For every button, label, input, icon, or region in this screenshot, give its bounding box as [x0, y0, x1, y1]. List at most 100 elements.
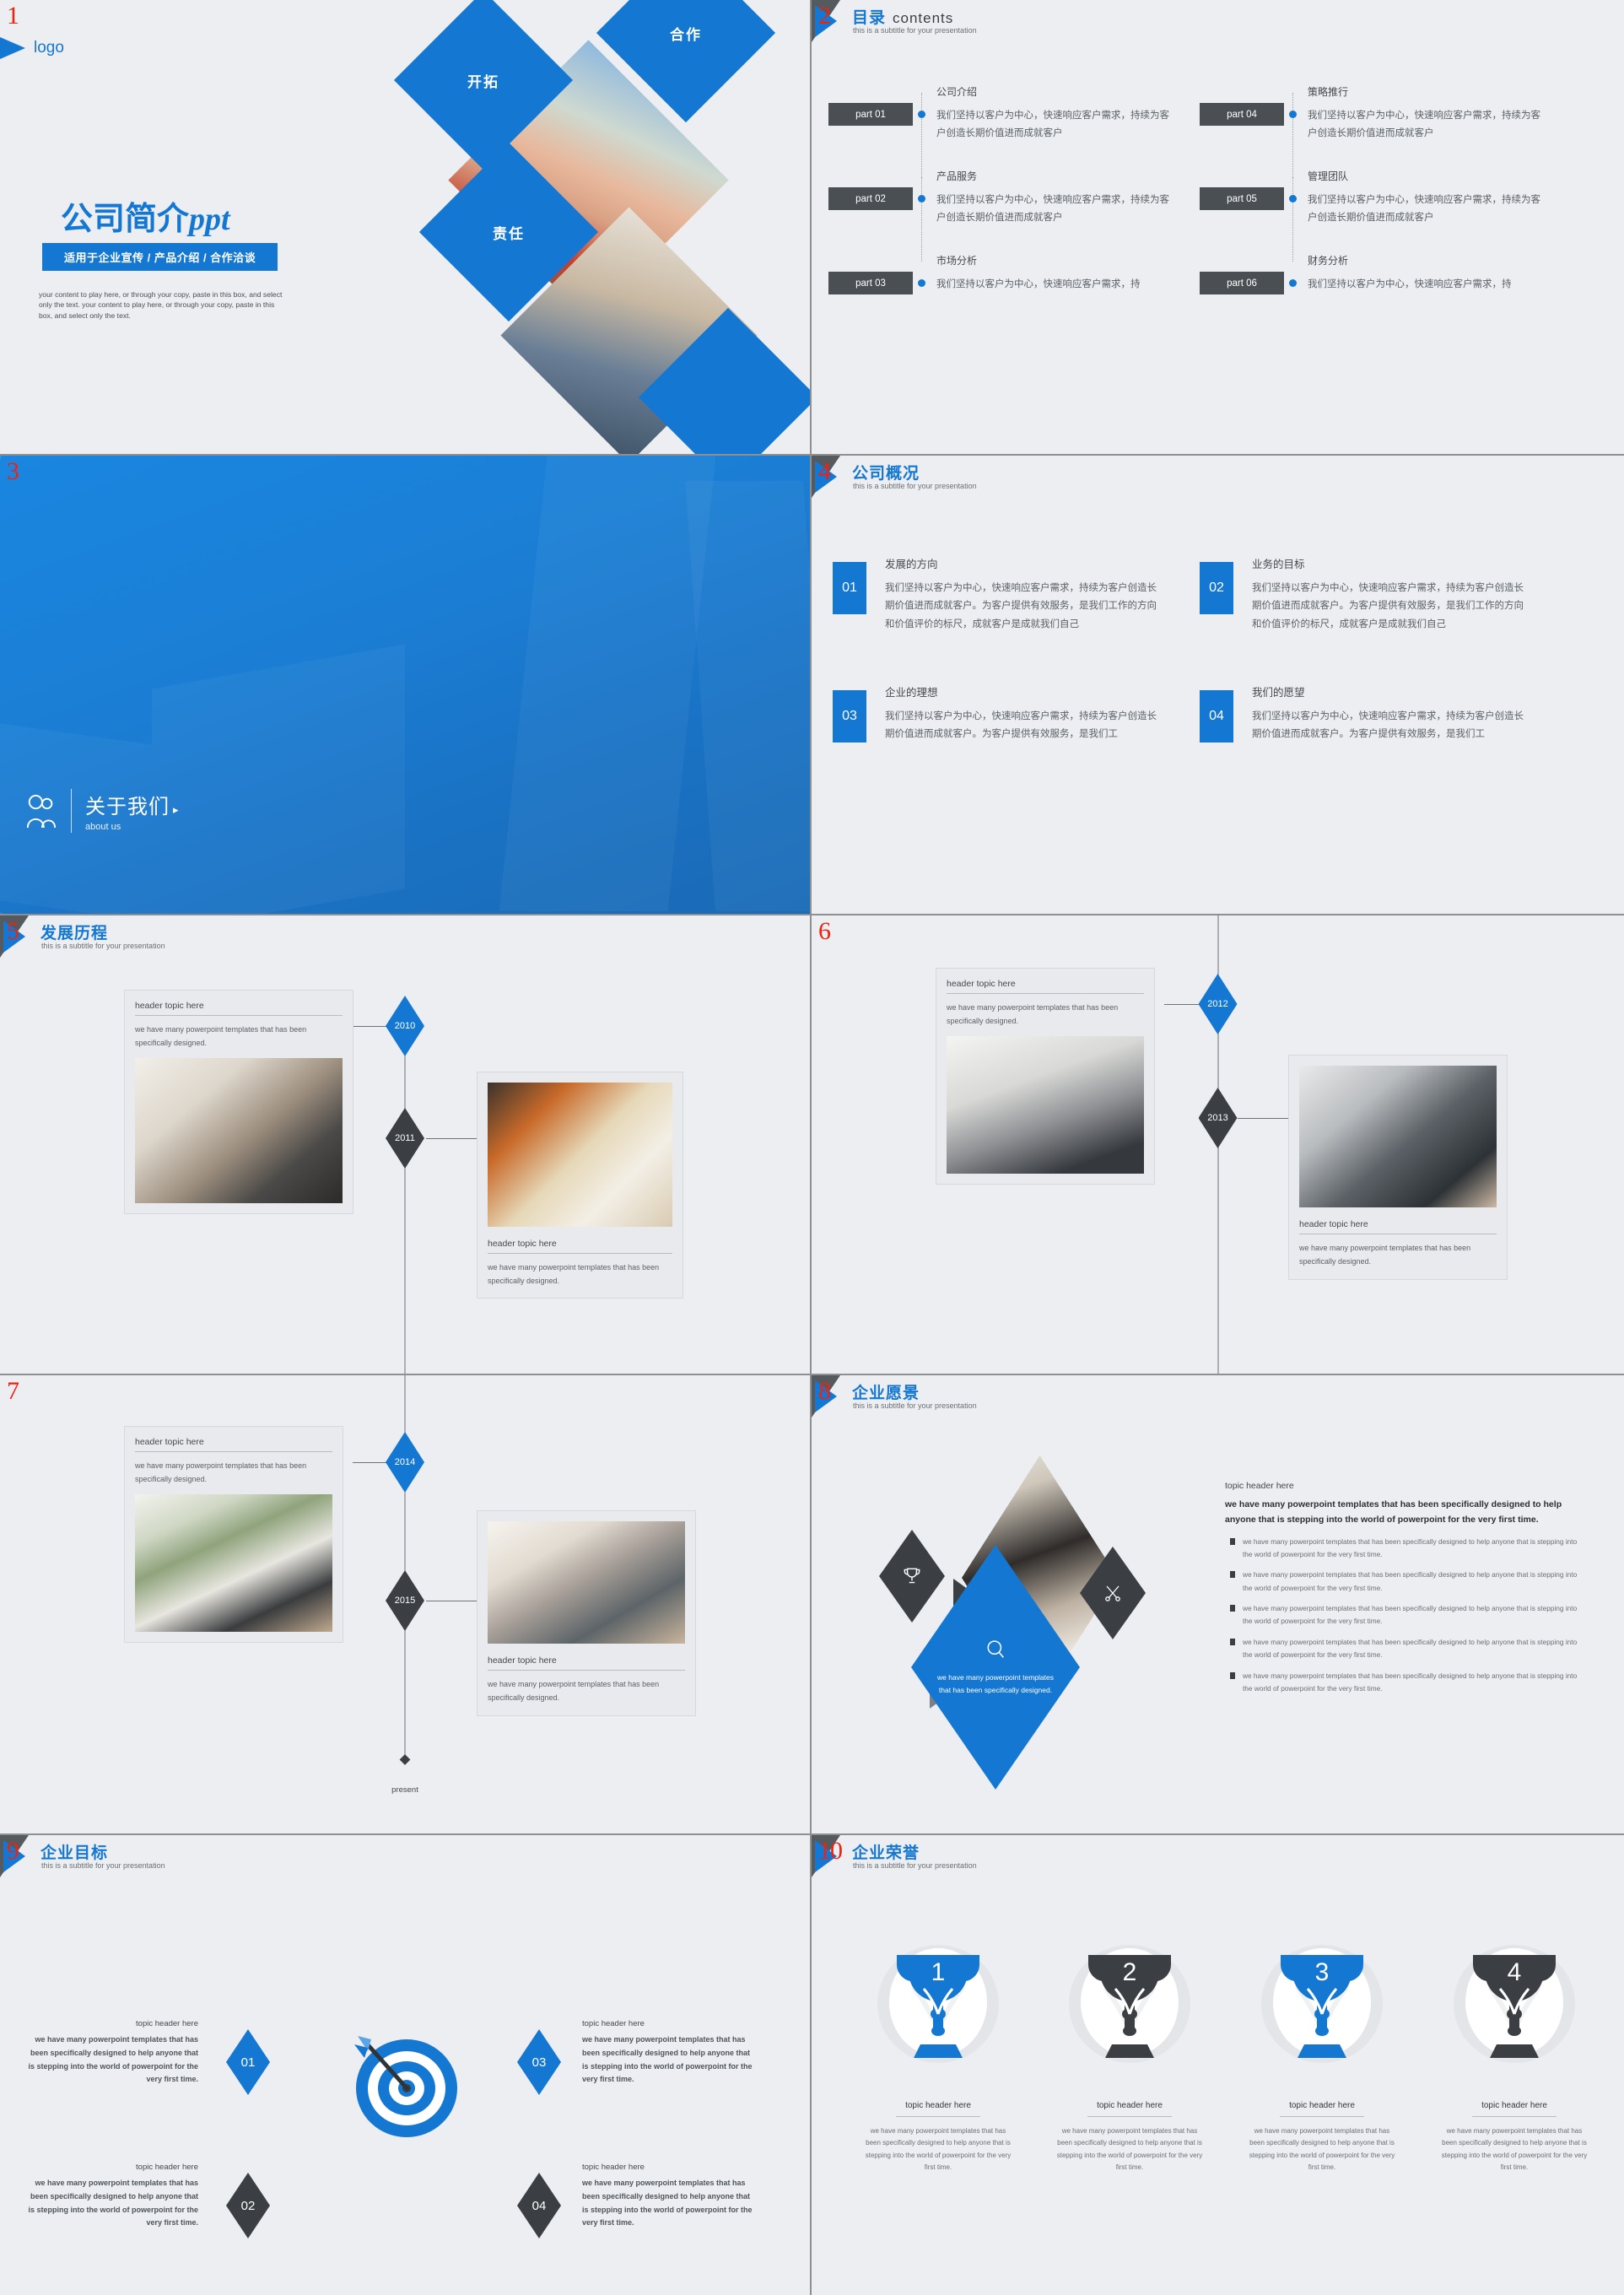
slide-header: 企业荣誉 this is a subtitle for your present…	[812, 1835, 1624, 1886]
overview-heading: 业务的目标	[1252, 559, 1305, 570]
goal-item-04-text: topic header here we have many powerpoin…	[582, 2163, 755, 2230]
timeline-marker-2010[interactable]: 2010	[386, 996, 424, 1056]
timeline-marker-2013[interactable]: 2013	[1198, 1088, 1238, 1148]
honor-item[interactable]: 2 topic header here we have many powerpo…	[1041, 1936, 1218, 2174]
toc-tag: part 01	[828, 103, 913, 126]
slide-number: 3	[7, 457, 19, 485]
toc-heading: 财务分析	[1308, 255, 1349, 267]
overview-item[interactable]: 04 我们的愿望 我们坚持以客户为中心，快速响应客户需求，持续为客户创造长期价值…	[1200, 683, 1554, 812]
toc-column-left: part 01 公司介绍 我们坚持以客户为中心，快速响应客户需求，持续为客户创造…	[828, 84, 1183, 338]
overview-item[interactable]: 03 企业的理想 我们坚持以客户为中心，快速响应客户需求，持续为客户创造长期价值…	[833, 683, 1187, 812]
slide-number: 6	[818, 917, 831, 945]
slide-4-company-overview[interactable]: 4 公司概况 this is a subtitle for your prese…	[812, 456, 1624, 915]
goal-diamond-04[interactable]: 04	[517, 2173, 561, 2238]
slide-header: 目录 contents this is a subtitle for your p…	[812, 0, 1624, 51]
slide-8-vision[interactable]: 8 企业愿景 this is a subtitle for your prese…	[812, 1375, 1624, 1835]
slide-2-contents[interactable]: 2 目录 contents this is a subtitle for your…	[812, 0, 1624, 456]
honor-item[interactable]: 3 topic header here we have many powerpo…	[1233, 1936, 1411, 2174]
honor-body: we have many powerpoint templates that h…	[865, 2127, 1012, 2172]
square-bullet-icon	[1230, 1671, 1235, 1679]
svg-text:4: 4	[1507, 1958, 1521, 1986]
logo-label: logo	[34, 39, 64, 57]
timeline-marker-2012[interactable]: 2012	[1198, 974, 1238, 1034]
slide-5-timeline-a[interactable]: 5 发展历程 this is a subtitle for your prese…	[0, 915, 812, 1375]
toc-tag: part 05	[1200, 187, 1284, 210]
slide-header: 企业目标 this is a subtitle for your present…	[0, 1835, 810, 1886]
page-subtitle: this is a subtitle for your presentation	[853, 482, 977, 490]
goal-heading: topic header here	[136, 2163, 198, 2172]
scissors-icon	[1105, 1585, 1120, 1601]
timeline-card[interactable]: header topic here we have many powerpoin…	[124, 1426, 343, 1644]
vision-bullet-text: we have many powerpoint templates that h…	[1243, 1604, 1578, 1626]
page-title: 公司简介ppt	[61, 192, 230, 239]
timeline-card[interactable]: header topic here we have many powerpoin…	[477, 1510, 696, 1716]
vision-bullet-text: we have many powerpoint templates that h…	[1243, 1671, 1578, 1693]
divider	[1472, 2116, 1557, 2117]
toc-body: 我们坚持以客户为中心，快速响应客户需求，持续为客户创造长期价值进而成就客户	[936, 111, 1169, 139]
header-corner-mark-icon	[812, 0, 850, 42]
goal-diamond-01[interactable]: 01	[226, 2029, 270, 2095]
slide-3-about-us-divider[interactable]: 3 关于我们 ▸ about us	[0, 456, 812, 915]
timeline-marker-2014[interactable]: 2014	[386, 1432, 424, 1493]
vision-topic-heading: topic header here	[1225, 1481, 1294, 1491]
header-corner-mark-icon	[0, 1835, 39, 1877]
toc-body: 我们坚持以客户为中心，快速响应客户需求，持续为客户创造长期价值进而成就客户	[1308, 111, 1540, 139]
honor-item[interactable]: 4 topic header here we have many powerpo…	[1426, 1936, 1603, 2174]
toc-item[interactable]: part 06 财务分析 我们坚持以客户为中心，快速响应客户需求，持	[1200, 253, 1554, 338]
toc-heading: 管理团队	[1308, 170, 1349, 182]
about-us-footer: 关于我们 ▸ about us	[25, 789, 179, 833]
vision-bullet-item: we have many powerpoint templates that h…	[1225, 1602, 1579, 1628]
goal-body: we have many powerpoint templates that h…	[582, 2179, 753, 2228]
vision-diagram: we have many powerpoint templates that h…	[879, 1455, 1157, 1793]
slide-header: 公司概况 this is a subtitle for your present…	[812, 456, 1624, 506]
slide-1-cover[interactable]: 1 logo 公司简介ppt 适用于企业宣传 / 产品介绍 / 合作洽谈 you…	[0, 0, 812, 456]
logo-triangle-icon	[0, 37, 25, 59]
timeline-marker-2015[interactable]: 2015	[386, 1570, 424, 1631]
toc-heading: 市场分析	[936, 255, 978, 267]
toc-item[interactable]: part 01 公司介绍 我们坚持以客户为中心，快速响应客户需求，持续为客户创造…	[828, 84, 1183, 177]
slide-number: 4	[818, 457, 831, 485]
toc-item[interactable]: part 04 策略推行 我们坚持以客户为中心，快速响应客户需求，持续为客户创造…	[1200, 84, 1554, 177]
svg-text:3: 3	[1314, 1958, 1329, 1986]
timeline-card-body: we have many powerpoint templates that h…	[135, 1025, 307, 1047]
timeline-axis	[404, 1025, 406, 1374]
toc-item[interactable]: part 03 市场分析 我们坚持以客户为中心，快速响应客户需求，持	[828, 253, 1183, 338]
toc-item[interactable]: part 02 产品服务 我们坚持以客户为中心，快速响应客户需求，持续为客户创造…	[828, 169, 1183, 262]
divider	[896, 2116, 980, 2117]
toc-bullet-dot-icon	[918, 111, 925, 118]
honor-body: we have many powerpoint templates that h…	[1056, 2127, 1203, 2172]
timeline-card-heading: header topic here	[488, 1239, 672, 1254]
timeline-card-body: we have many powerpoint templates that h…	[947, 1003, 1119, 1025]
goal-item-01-text: topic header here we have many powerpoin…	[25, 2019, 199, 2087]
slide-10-honors[interactable]: 10 企业荣誉 this is a subtitle for your pres…	[812, 1835, 1624, 2295]
toc-item[interactable]: part 05 管理团队 我们坚持以客户为中心，快速响应客户需求，持续为客户创造…	[1200, 169, 1554, 262]
timeline-card-heading: header topic here	[947, 979, 1144, 994]
toc-heading: 公司介绍	[936, 86, 978, 98]
slide-9-goals[interactable]: 9 企业目标 this is a subtitle for your prese…	[0, 1835, 812, 2295]
goal-diamond-02[interactable]: 02	[226, 2173, 270, 2238]
goal-diamond-03[interactable]: 03	[517, 2029, 561, 2095]
divider	[1087, 2116, 1172, 2117]
building-shape	[152, 644, 405, 914]
vision-topic-lead: we have many powerpoint templates that h…	[1225, 1499, 1562, 1526]
vision-bullet-text: we have many powerpoint templates that h…	[1243, 1637, 1578, 1660]
toc-bullet-dot-icon	[918, 195, 925, 202]
trophy-icon: 3	[1260, 1945, 1383, 2063]
timeline-marker-2011[interactable]: 2011	[386, 1108, 424, 1169]
timeline-card-body: we have many powerpoint templates that h…	[135, 1461, 307, 1483]
toc-bullet-dot-icon	[1289, 195, 1297, 202]
overview-item[interactable]: 02 业务的目标 我们坚持以客户为中心，快速响应客户需求，持续为客户创造长期价值…	[1200, 555, 1554, 683]
vision-diamond-trophy[interactable]	[879, 1530, 945, 1623]
timeline-card[interactable]: header topic here we have many powerpoin…	[124, 990, 353, 1214]
timeline-card[interactable]: header topic here we have many powerpoin…	[1288, 1055, 1508, 1280]
overview-body: 我们坚持以客户为中心，快速响应客户需求，持续为客户创造长期价值进而成就客户。为客…	[885, 711, 1157, 740]
page-title: 发展历程	[40, 925, 109, 942]
honor-item[interactable]: 1 topic header here we have many powerpo…	[850, 1936, 1027, 2174]
trophy-badge-2: 2	[1056, 1936, 1204, 2084]
timeline-card[interactable]: header topic here we have many powerpoin…	[477, 1072, 683, 1299]
slide-6-timeline-b[interactable]: 6 2012 2013 header topic here we have ma…	[812, 915, 1624, 1375]
slide-7-timeline-c[interactable]: 7 2014 2015 present header topic here we…	[0, 1375, 812, 1835]
timeline-card[interactable]: header topic here we have many powerpoin…	[936, 968, 1155, 1185]
timeline-card-heading: header topic here	[135, 1437, 332, 1452]
overview-item[interactable]: 01 发展的方向 我们坚持以客户为中心，快速响应客户需求，持续为客户创造长期价值…	[833, 555, 1187, 683]
